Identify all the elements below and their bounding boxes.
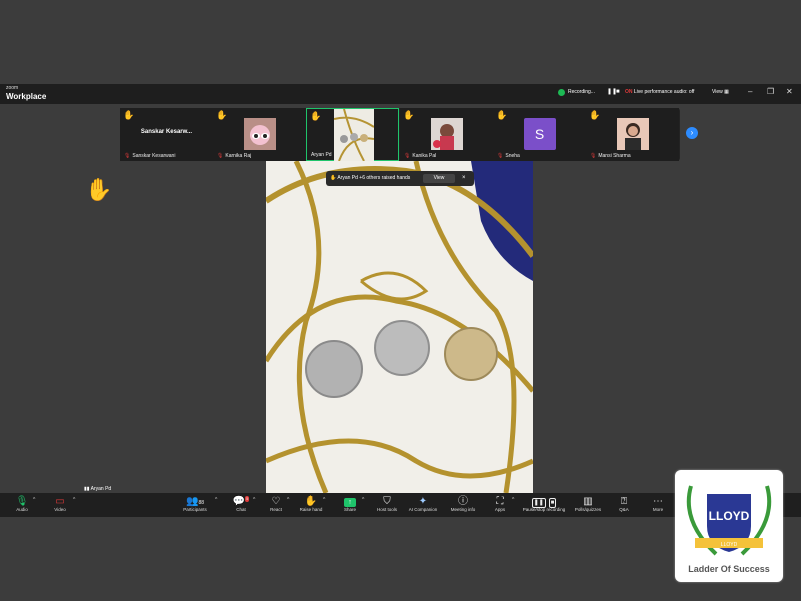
muted-mic-icon: 🎙 (590, 153, 597, 159)
raised-hands-message: Aryan Pd +6 others raised hands (337, 175, 411, 181)
raised-hand-icon: ✋ (216, 110, 228, 120)
raised-hand-icon: ✋ (403, 110, 415, 120)
participant-name: Karnika Raj (225, 153, 252, 159)
lloyd-tagline: Ladder Of Success (688, 564, 770, 574)
raise-hand-options-caret-icon[interactable]: ^ (323, 497, 325, 503)
main-video-feed (266, 161, 533, 493)
participant-tile-sanskar[interactable]: ✋ Sanskar Kesarw... 🎙 Sanskar Kesarwani (120, 108, 213, 161)
pause-recording-icon[interactable]: ❚❚ (607, 89, 617, 96)
participant-initial-avatar: S (523, 118, 556, 150)
apps-button[interactable]: ⛶ Apps (478, 496, 522, 513)
view-raised-hands-button[interactable]: View (423, 174, 455, 183)
raised-hands-notification: ✋ Aryan Pd +6 others raised hands View × (326, 171, 474, 186)
raised-hand-icon: ✋ (589, 110, 601, 120)
participants-label: Participants (183, 507, 207, 512)
raise-hand-button[interactable]: ✋ Raise hand (289, 496, 333, 513)
video-off-icon: ▭ (55, 496, 65, 507)
app-brand-small: zoom (6, 85, 19, 91)
svg-text:LLOYD: LLOYD (721, 542, 738, 548)
muted-mic-icon: 🎙 (404, 153, 411, 159)
participant-strip: ✋ Sanskar Kesarw... 🎙 Sanskar Kesarwani ✋… (120, 108, 680, 161)
recording-indicator-icon (558, 89, 565, 96)
participant-tile-sneha[interactable]: ✋ S 🎙 Sneha (493, 108, 586, 161)
raised-hand-icon: ✋ (123, 110, 135, 120)
next-page-icon[interactable]: › (686, 127, 698, 139)
raised-hand-icon: ✋ (310, 111, 322, 121)
live-badge: ON (625, 89, 633, 95)
video-options-caret-icon[interactable]: ^ (73, 497, 75, 503)
muted-mic-icon: 🎙 (497, 153, 504, 159)
participant-tile-karnika[interactable]: ✋ 🎙 Karnika Raj (213, 108, 306, 161)
muted-mic-icon: 🎙 (217, 153, 224, 159)
participant-tile-mansi[interactable]: ✋ 🎙 Mansi Sharma (586, 108, 679, 161)
raised-hands-text: ✋ Aryan Pd +6 others raised hands (330, 175, 411, 181)
pause-stop-icon: ❚❚ ■ (531, 498, 557, 508)
pause-stop-recording-label: Pause/stop recording (522, 507, 566, 512)
participant-name: Mansi Sharma (598, 153, 631, 159)
sparkle-icon: ✦ (418, 496, 428, 507)
participants-options-caret-icon[interactable]: ^ (215, 497, 217, 503)
stop-recording-icon[interactable]: ■ (616, 89, 623, 96)
chat-badge: 5 (245, 496, 250, 502)
participant-video-thumbnail (334, 109, 374, 161)
minimize-icon[interactable]: – (748, 87, 752, 97)
apps-icon: ⛶ (496, 496, 504, 507)
active-speaker-label: ▮▮ Aryan Pd (84, 486, 112, 492)
more-label: More (652, 507, 664, 512)
participant-display-name: Sanskar Kesarw... (140, 129, 193, 135)
participant-avatar (430, 118, 463, 150)
lloyd-watermark: LLOYD LLOYD Ladder Of Success (675, 470, 783, 582)
participant-tile-aryan[interactable]: ✋ Aryan Pd (306, 108, 399, 161)
participant-tile-kanika[interactable]: ✋ 🎙 Kanika Pal (400, 108, 493, 161)
raise-hand-label: Raise hand (299, 507, 323, 512)
participants-button[interactable]: 👥88 Participants (173, 496, 217, 513)
ai-companion-button[interactable]: ✦ AI Companion (401, 496, 445, 513)
participant-name: Sanskar Kesarwani (132, 153, 176, 159)
participants-count: 88 (198, 500, 204, 506)
raised-hand-icon: ✋ (85, 177, 113, 202)
live-audio-status[interactable]: ON Live performance audio: off (625, 89, 694, 96)
video-label: Video (54, 507, 66, 512)
ai-companion-label: AI Companion (408, 507, 438, 512)
svg-text:LLOYD: LLOYD (709, 509, 750, 523)
participant-avatar (616, 118, 649, 150)
audio-options-caret-icon[interactable]: ^ (33, 497, 35, 503)
lloyd-logo-emblem: LLOYD LLOYD (686, 485, 772, 556)
pause-stop-recording-button[interactable]: ❚❚ ■ Pause/stop recording (520, 496, 568, 513)
participant-name: Sneha (505, 153, 520, 159)
raise-hand-icon: ✋ (304, 496, 318, 507)
apps-options-caret-icon[interactable]: ^ (512, 497, 514, 503)
view-button[interactable]: View ▦ (712, 88, 729, 96)
raised-hand-icon: ✋ (496, 110, 508, 120)
view-button-label: View (712, 89, 723, 95)
participant-name: Kanika Pal (412, 153, 437, 159)
recording-status: Recording... (568, 89, 595, 95)
more-button[interactable]: ⋯ More (636, 496, 680, 513)
video-button[interactable]: ▭ Video (38, 496, 82, 513)
close-window-icon[interactable]: ✕ (786, 87, 793, 97)
active-speaker-name: Aryan Pd (90, 486, 112, 492)
share-options-caret-icon[interactable]: ^ (362, 497, 364, 503)
participant-name: Aryan Pd (311, 152, 332, 158)
participants-icon: 👥88 (185, 496, 204, 507)
more-icon: ⋯ (653, 496, 663, 507)
app-brand: Workplace (6, 92, 47, 101)
maximize-icon[interactable]: ❐ (767, 87, 774, 97)
participant-avatar (243, 118, 276, 150)
muted-mic-icon: 🎙 (124, 153, 131, 159)
apps-label: Apps (494, 507, 506, 512)
close-notification-icon[interactable]: × (462, 174, 466, 183)
live-audio-text: Live performance audio: off (633, 89, 695, 95)
